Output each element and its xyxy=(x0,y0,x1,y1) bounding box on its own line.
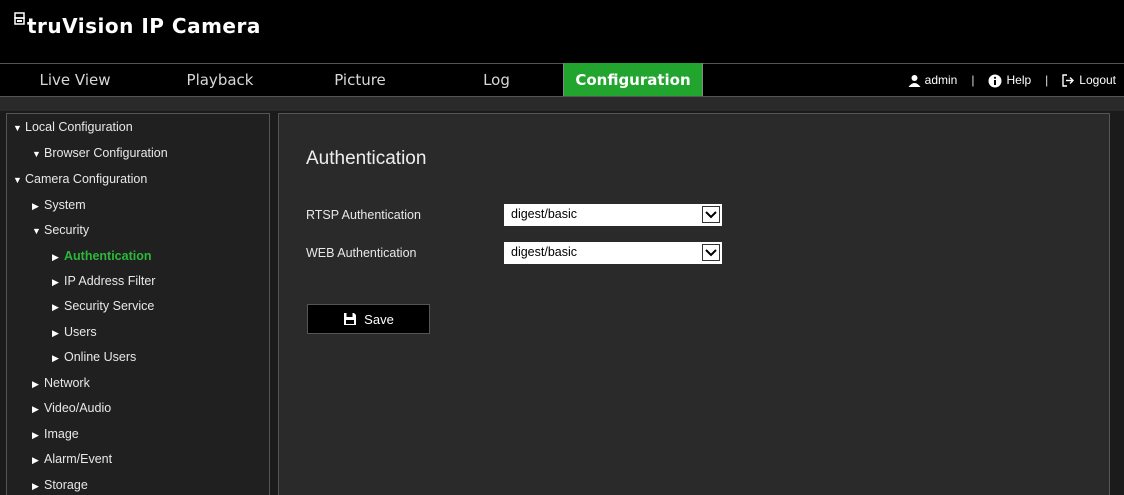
main-nav: Live View Playback Picture Log Configura… xyxy=(0,63,1124,97)
collapse-arrow-icon: ▶ xyxy=(32,430,39,440)
tab-playback[interactable]: Playback xyxy=(150,64,290,96)
collapse-arrow-icon: ▶ xyxy=(52,252,59,262)
logout-label: Logout xyxy=(1079,73,1116,87)
logout-icon xyxy=(1062,74,1075,88)
app-logo: truVision IP Camera xyxy=(14,12,261,38)
tree-item-local-configuration[interactable]: ▼ Local Configuration xyxy=(13,120,133,134)
tree-item-label: Camera Configuration xyxy=(25,172,148,186)
chevron-down-icon xyxy=(702,206,720,223)
user-name: admin xyxy=(924,73,958,87)
tree-item-label: Storage xyxy=(44,478,88,492)
tree-item-label: Alarm/Event xyxy=(44,452,113,466)
tree-item-label: Security xyxy=(44,223,90,237)
rtsp-authentication-label: RTSP Authentication xyxy=(306,208,421,222)
tree-item-storage[interactable]: ▶ Storage xyxy=(32,478,88,492)
tree-item-security[interactable]: ▼ Security xyxy=(32,223,89,237)
tree-item-label: Security Service xyxy=(64,299,155,313)
tree-item-label: Online Users xyxy=(64,350,137,364)
collapse-arrow-icon: ▶ xyxy=(32,379,39,389)
tree-item-alarm-event[interactable]: ▶ Alarm/Event xyxy=(32,452,112,466)
collapse-arrow-icon: ▶ xyxy=(52,302,59,312)
expand-arrow-icon: ▼ xyxy=(13,175,22,185)
collapse-arrow-icon: ▶ xyxy=(32,455,39,465)
user-icon xyxy=(908,75,921,88)
expand-arrow-icon: ▼ xyxy=(32,226,41,236)
tree-item-label: Authentication xyxy=(64,249,152,263)
collapse-arrow-icon: ▶ xyxy=(52,353,59,363)
web-authentication-value: digest/basic xyxy=(511,245,578,259)
tree-item-online-users[interactable]: ▶ Online Users xyxy=(52,350,136,364)
collapse-arrow-icon: ▶ xyxy=(32,201,39,211)
nav-spacer xyxy=(0,97,1124,111)
tab-log[interactable]: Log xyxy=(430,64,563,96)
collapse-arrow-icon: ▶ xyxy=(52,277,59,287)
tree-item-label: Image xyxy=(44,427,79,441)
tree-item-ip-address-filter[interactable]: ▶ IP Address Filter xyxy=(52,274,155,288)
logout-link[interactable]: Logout xyxy=(1062,66,1116,94)
tree-item-label: Users xyxy=(64,325,97,339)
page-title: Authentication xyxy=(306,148,427,169)
chevron-down-icon xyxy=(702,244,720,261)
collapse-arrow-icon: ▶ xyxy=(52,328,59,338)
tree-item-label: Network xyxy=(44,376,90,390)
help-label: Help xyxy=(1006,73,1032,87)
collapse-arrow-icon: ▶ xyxy=(32,404,39,414)
tree-item-label: IP Address Filter xyxy=(64,274,156,288)
rtsp-authentication-select[interactable]: digest/basic xyxy=(504,204,722,226)
save-icon xyxy=(344,313,357,325)
tree-item-system[interactable]: ▶ System xyxy=(32,198,86,212)
config-sidebar: ▼ Local Configuration ▼ Browser Configurat… xyxy=(6,113,270,495)
user-area: admin | Help | Logout xyxy=(908,64,1116,96)
app-header: truVision IP Camera xyxy=(0,0,1124,63)
tree-item-image[interactable]: ▶ Image xyxy=(32,427,79,441)
separator: | xyxy=(1045,73,1049,87)
collapse-arrow-icon: ▶ xyxy=(32,481,39,491)
save-label: Save xyxy=(364,311,394,327)
tree-item-video-audio[interactable]: ▶ Video/Audio xyxy=(32,401,111,415)
tab-picture[interactable]: Picture xyxy=(290,64,430,96)
save-button[interactable]: Save xyxy=(307,304,430,334)
tree-item-label: Local Configuration xyxy=(25,120,133,134)
tab-configuration[interactable]: Configuration xyxy=(563,63,703,96)
expand-arrow-icon: ▼ xyxy=(13,123,22,133)
help-link[interactable]: Help xyxy=(988,66,1031,94)
info-icon xyxy=(988,74,1002,88)
tab-live-view[interactable]: Live View xyxy=(0,64,150,96)
user-link[interactable]: admin xyxy=(908,66,958,94)
tree-item-camera-configuration[interactable]: ▼ Camera Configuration xyxy=(13,172,147,186)
tree-item-security-service[interactable]: ▶ Security Service xyxy=(52,299,154,313)
tree-item-users[interactable]: ▶ Users xyxy=(52,325,97,339)
rtsp-authentication-value: digest/basic xyxy=(511,207,578,221)
expand-arrow-icon: ▼ xyxy=(32,149,41,159)
tree-item-label: Video/Audio xyxy=(44,401,112,415)
tree-item-browser-configuration[interactable]: ▼ Browser Configuration xyxy=(32,146,168,160)
separator: | xyxy=(971,73,975,87)
tree-item-label: System xyxy=(44,198,86,212)
tree-item-authentication[interactable]: ▶ Authentication xyxy=(52,249,152,263)
tree-item-label: Browser Configuration xyxy=(44,146,168,160)
web-authentication-select[interactable]: digest/basic xyxy=(504,242,722,264)
logo-mark xyxy=(14,12,26,29)
app-title: truVision IP Camera xyxy=(27,14,261,38)
main-panel: Authentication RTSP Authentication diges… xyxy=(278,113,1110,495)
tree-item-network[interactable]: ▶ Network xyxy=(32,376,90,390)
web-authentication-label: WEB Authentication xyxy=(306,246,417,260)
